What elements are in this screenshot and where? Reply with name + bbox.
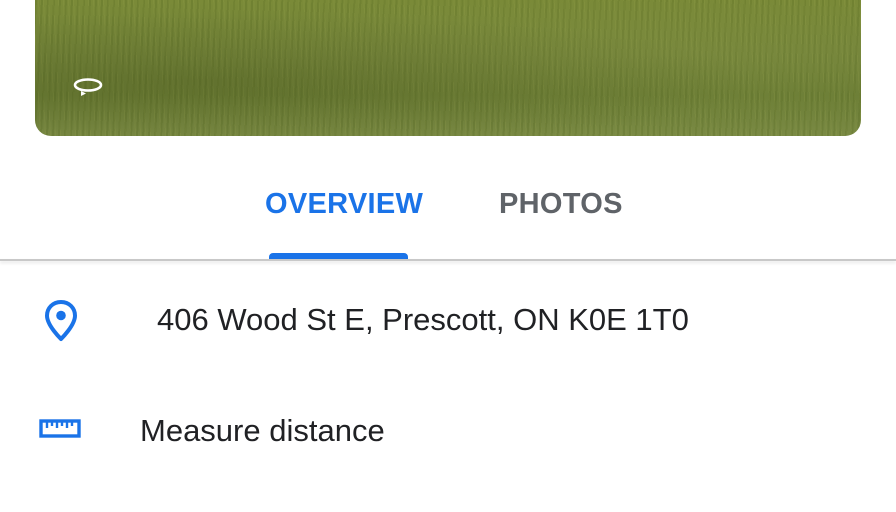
street-view-photo[interactable] xyxy=(35,0,861,136)
measure-distance-row[interactable]: Measure distance xyxy=(0,392,896,472)
place-details-panel: OVERVIEW PHOTOS 406 Wood St E, Prescott,… xyxy=(0,0,896,512)
ruler-icon xyxy=(39,418,81,440)
rotate-360-icon[interactable] xyxy=(71,76,105,96)
tab-photos[interactable]: PHOTOS xyxy=(499,188,623,221)
address-text: 406 Wood St E, Prescott, ON K0E 1T0 xyxy=(157,302,689,337)
measure-distance-label: Measure distance xyxy=(140,413,385,448)
tab-divider xyxy=(0,259,896,261)
location-pin-icon xyxy=(44,300,78,342)
tab-overview[interactable]: OVERVIEW xyxy=(265,188,423,221)
address-row[interactable]: 406 Wood St E, Prescott, ON K0E 1T0 xyxy=(0,280,896,360)
tab-bar: OVERVIEW PHOTOS xyxy=(0,170,896,260)
photo-texture xyxy=(35,0,861,136)
